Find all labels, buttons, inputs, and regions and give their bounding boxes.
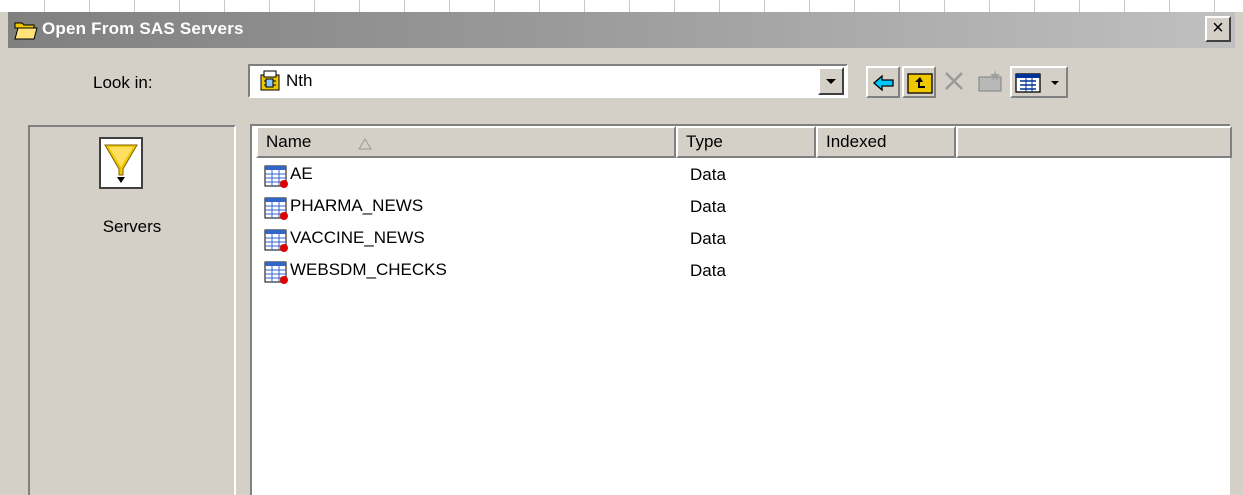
column-header-indexed[interactable]: Indexed: [816, 126, 956, 158]
title-bar[interactable]: Open From SAS Servers ×: [8, 12, 1235, 48]
chevron-down-icon: [826, 79, 836, 84]
row-name: WEBSDM_CHECKS: [290, 260, 447, 279]
dialog-title: Open From SAS Servers: [42, 19, 244, 38]
delete-icon: [945, 72, 963, 90]
background-ruler: [0, 0, 1243, 12]
library-icon: [258, 69, 284, 93]
column-indexed-label: Indexed: [826, 132, 887, 151]
sort-ascending-icon: [358, 138, 372, 150]
row-type: Data: [690, 261, 726, 280]
row-name: PHARMA_NEWS: [290, 196, 424, 215]
places-bar: Servers: [28, 125, 236, 495]
look-in-label: Look in:: [93, 73, 153, 92]
table-row[interactable]: PHARMA_NEWS Data: [264, 194, 1164, 222]
column-type-label: Type: [686, 132, 723, 151]
open-dialog: Open From SAS Servers × Look in: Nth Ser…: [0, 0, 1243, 495]
row-type: Data: [690, 229, 726, 248]
column-header-filler: [956, 126, 1232, 158]
row-name: VACCINE_NEWS: [290, 228, 425, 247]
up-folder-icon: [907, 73, 933, 94]
column-name-label: Name: [266, 132, 312, 151]
row-name: AE: [290, 164, 313, 183]
servers-label: Servers: [102, 217, 162, 236]
sas-table-icon: [264, 261, 290, 285]
list-header: Name Type Indexed: [256, 126, 1232, 158]
look-in-combobox[interactable]: Nth: [248, 64, 848, 98]
view-menu-button[interactable]: [1010, 66, 1068, 98]
look-in-dropdown-button[interactable]: [818, 67, 844, 95]
table-row[interactable]: AE Data: [264, 162, 1164, 190]
new-folder-button[interactable]: [974, 66, 1008, 98]
servers-button[interactable]: [99, 137, 143, 189]
servers-funnel-icon: [104, 144, 138, 183]
chevron-down-icon: [1051, 81, 1059, 85]
sas-table-icon: [264, 165, 290, 189]
close-icon: ×: [1212, 17, 1224, 39]
new-folder-icon: [978, 70, 1002, 92]
column-header-name[interactable]: Name: [256, 126, 676, 158]
row-type: Data: [690, 165, 726, 184]
sas-table-icon: [264, 229, 290, 253]
sas-table-icon: [264, 197, 290, 221]
up-one-level-button[interactable]: [902, 66, 936, 98]
back-button[interactable]: [866, 66, 900, 98]
back-icon: [873, 74, 894, 92]
view-menu-icon: [1015, 73, 1041, 93]
open-folder-icon: [14, 19, 38, 41]
table-row[interactable]: VACCINE_NEWS Data: [264, 226, 1164, 254]
delete-button[interactable]: [938, 66, 972, 98]
file-list[interactable]: Name Type Indexed AE Data PHARMA_NEWS Da…: [250, 124, 1232, 495]
column-header-type[interactable]: Type: [676, 126, 816, 158]
row-type: Data: [690, 197, 726, 216]
look-in-value: Nth: [286, 71, 313, 90]
close-button[interactable]: ×: [1205, 16, 1231, 42]
table-row[interactable]: WEBSDM_CHECKS Data: [264, 258, 1164, 286]
